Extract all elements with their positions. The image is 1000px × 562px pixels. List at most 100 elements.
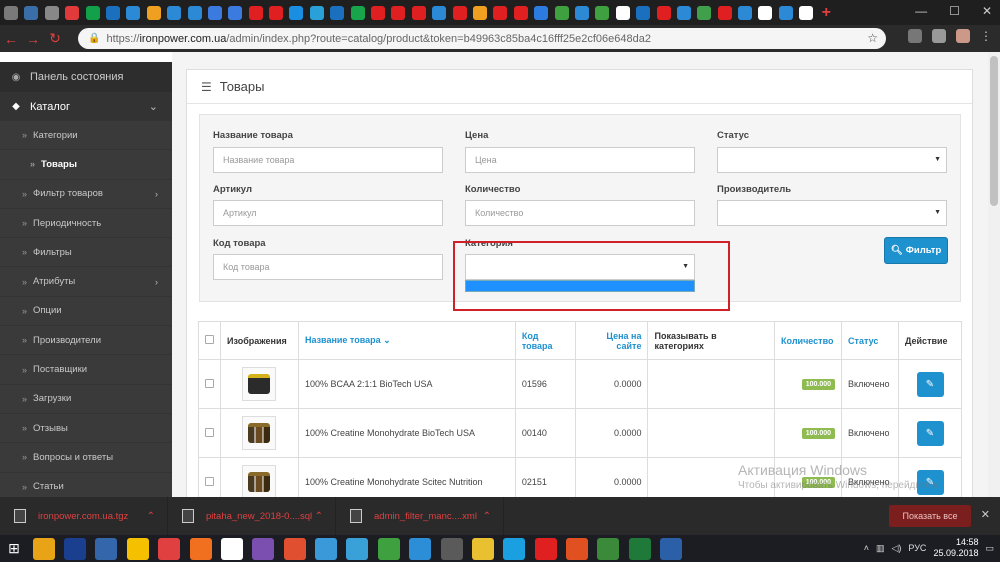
notifications-icon[interactable]: ▭ [985,543,994,554]
tab-favicon-icon[interactable] [758,5,773,20]
taskbar-app-icon[interactable] [534,537,557,560]
tab-favicon-icon[interactable] [595,5,610,20]
tab-favicon-icon[interactable] [248,5,263,20]
tray-chevron-icon[interactable]: ˄ [864,543,869,553]
tab-favicon-icon[interactable] [228,5,243,20]
taskbar-app-icon[interactable] [377,537,400,560]
edit-button[interactable]: ✎ [916,371,944,397]
back-icon[interactable]: ← [0,31,22,47]
sidebar-item[interactable]: » Периодичность [0,209,172,239]
status-select[interactable]: ▼ [717,147,947,173]
taskbar-app-icon[interactable] [283,537,306,560]
close-window-icon[interactable]: ✕ [982,4,992,18]
download-item[interactable]: ironpower.com.ua.tgz ⌃ [0,497,168,535]
scrollbar-thumb[interactable] [990,56,998,206]
bookmark-star-icon[interactable]: ☆ [867,31,878,45]
tab-favicon-icon[interactable] [146,5,161,20]
tab-favicon-icon[interactable] [697,5,712,20]
tab-favicon-icon[interactable] [615,5,630,20]
maximize-icon[interactable]: ☐ [949,4,960,18]
tab-favicon-icon[interactable] [309,5,324,20]
forward-icon[interactable]: → [22,31,44,47]
taskbar-app-icon[interactable] [503,537,526,560]
taskbar-app-icon[interactable] [95,537,118,560]
input-language[interactable]: РУС [908,543,926,553]
page-scrollbar[interactable] [988,52,1000,497]
tab-favicon-icon[interactable] [4,5,18,20]
price-input[interactable]: Цена [465,147,695,173]
tab-favicon-icon[interactable] [207,5,222,20]
product-thumbnail[interactable] [242,367,277,401]
tab-favicon-icon[interactable] [676,5,691,20]
show-all-downloads-button[interactable]: Показать все [889,505,971,527]
network-icon[interactable]: ▥ [876,543,885,554]
manufacturer-select[interactable]: ▼ [717,200,947,226]
sidebar-item[interactable]: » Опции [0,297,172,327]
tab-favicon-icon[interactable] [411,5,426,20]
tab-favicon-icon[interactable] [85,5,100,20]
taskbar-app-icon[interactable] [628,537,651,560]
filter-button[interactable]: 🔍︎ Фильтр [884,237,948,264]
tab-favicon-icon[interactable] [636,5,651,20]
tab-favicon-icon[interactable] [289,5,304,20]
taskbar-app-icon[interactable] [189,537,212,560]
chevron-up-icon[interactable]: ⌃ [315,511,323,522]
volume-icon[interactable]: ◁) [891,543,901,554]
windows-start-icon[interactable]: ⊞ [0,540,28,557]
quantity-input[interactable]: Количество [465,200,695,226]
row-checkbox[interactable] [205,476,214,486]
tab-favicon-icon[interactable] [738,5,753,20]
tab-favicon-icon[interactable] [44,5,59,20]
taskbar-app-icon[interactable] [126,537,149,560]
tab-favicon-icon[interactable] [350,5,365,20]
sidebar-item[interactable]: » Категории [0,121,172,151]
chevron-up-icon[interactable]: ⌃ [483,511,491,522]
extension-icon[interactable] [908,29,922,43]
clock[interactable]: 14:58 25.09.2018 [933,537,978,559]
taskbar-app-icon[interactable] [252,537,275,560]
taskbar-app-icon[interactable] [158,537,181,560]
menu-dots-icon[interactable]: ⋮ [980,29,992,43]
minimize-icon[interactable]: — [915,4,927,18]
tab-favicon-icon[interactable] [778,5,793,20]
tab-favicon-icon[interactable] [799,5,814,20]
row-checkbox[interactable] [205,427,214,437]
chevron-up-icon[interactable]: ⌃ [147,511,155,522]
taskbar-app-icon[interactable] [220,537,243,560]
col-quantity-sort[interactable]: Количество [774,321,843,360]
edit-button[interactable]: ✎ [916,420,944,446]
taskbar-app-icon[interactable] [64,537,87,560]
download-item[interactable]: admin_filter_manc....xml ⌃ [336,497,504,535]
lock-icon[interactable]: 🔒 [88,33,100,44]
sidebar-item[interactable]: » Товары [0,150,172,180]
sidebar-item[interactable]: » Отзывы [0,414,172,444]
tab-favicon-icon[interactable] [126,5,141,20]
taskbar-app-icon[interactable] [32,537,55,560]
product-thumbnail[interactable] [242,465,277,497]
address-bar[interactable]: 🔒 https:// ironpower.com.ua /admin/index… [78,28,886,49]
sku-input[interactable]: Артикул [213,200,443,226]
taskbar-app-icon[interactable] [597,537,620,560]
sidebar-item[interactable]: » Вопросы и ответы [0,443,172,473]
tab-favicon-icon[interactable] [717,5,732,20]
tab-favicon-icon[interactable] [330,5,345,20]
taskbar-app-icon[interactable] [346,537,369,560]
tab-favicon-icon[interactable] [269,5,284,20]
close-downloads-icon[interactable]: ✕ [981,508,990,521]
product-name-input[interactable]: Название товара [213,147,443,173]
tab-favicon-icon[interactable] [574,5,589,20]
profile-avatar-icon[interactable] [956,29,970,43]
new-tab-icon[interactable]: + [822,4,831,22]
tab-favicon-icon[interactable] [391,5,406,20]
tab-favicon-icon[interactable] [554,5,569,20]
select-all-checkbox[interactable] [205,335,214,344]
taskbar-app-icon[interactable] [471,537,494,560]
tab-favicon-icon[interactable] [452,5,467,20]
sidebar-item[interactable]: » Статьи [0,473,172,497]
tab-favicon-icon[interactable] [656,5,671,20]
tab-favicon-icon[interactable] [534,5,549,20]
taskbar-app-icon[interactable] [660,537,683,560]
sidebar-item[interactable]: » Производители [0,326,172,356]
tab-favicon-icon[interactable] [24,5,39,20]
tab-favicon-icon[interactable] [187,5,202,20]
